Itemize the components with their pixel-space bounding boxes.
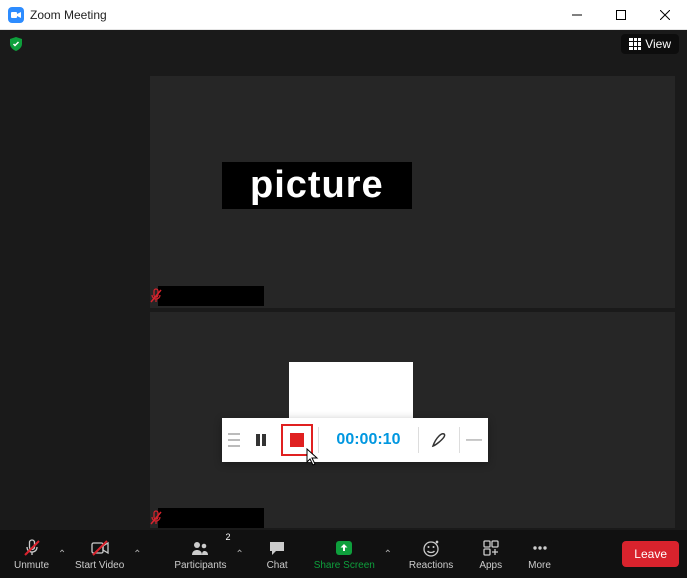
grid-icon (629, 38, 641, 50)
meeting-toolbar: Unmute ⌃ Start Video ⌃ Participants 2 ⌃ … (0, 530, 687, 578)
self-name-overlay (158, 508, 264, 528)
window-title: Zoom Meeting (30, 8, 555, 22)
video-options-caret[interactable]: ⌃ (130, 530, 144, 578)
minimize-toolbar-button[interactable]: — (460, 418, 488, 462)
unmute-button[interactable]: Unmute (8, 530, 55, 578)
recording-toolbar: 00:00:10 — (222, 418, 488, 462)
window-maximize-button[interactable] (599, 0, 643, 30)
start-video-label: Start Video (75, 560, 124, 571)
apps-label: Apps (479, 560, 502, 571)
participants-count-badge: 2 (226, 532, 231, 542)
apps-button[interactable]: Apps (473, 530, 508, 578)
share-screen-label: Share Screen (314, 560, 375, 571)
drag-handle-icon[interactable] (222, 418, 246, 462)
leave-button[interactable]: Leave (622, 541, 679, 567)
unmute-label: Unmute (14, 560, 49, 571)
more-label: More (528, 560, 551, 571)
start-video-button[interactable]: Start Video (69, 530, 130, 578)
chat-label: Chat (267, 560, 288, 571)
share-options-caret[interactable]: ⌃ (381, 530, 395, 578)
muted-mic-icon (150, 288, 162, 304)
participant-name-overlay (158, 286, 264, 306)
participants-options-caret[interactable]: ⌃ (233, 530, 247, 578)
window-minimize-button[interactable] (555, 0, 599, 30)
view-label: View (645, 37, 671, 51)
encryption-shield-icon[interactable] (8, 36, 24, 52)
recording-time: 00:00:10 (319, 418, 419, 462)
mouse-cursor-icon (306, 448, 322, 468)
reactions-label: Reactions (409, 560, 453, 571)
audio-options-caret[interactable]: ⌃ (55, 530, 69, 578)
participants-button[interactable]: Participants 2 (168, 530, 232, 578)
chat-button[interactable]: Chat (261, 530, 294, 578)
participant-label: picture (222, 162, 412, 209)
view-button[interactable]: View (621, 34, 679, 54)
muted-mic-icon (150, 510, 162, 526)
reactions-button[interactable]: Reactions (403, 530, 459, 578)
zoom-icon (8, 7, 24, 23)
meeting-topbar: View (0, 30, 687, 58)
share-screen-button[interactable]: Share Screen (308, 530, 381, 578)
meeting-area: View picture pic 00:00:10 — (0, 30, 687, 530)
pause-recording-button[interactable] (246, 418, 276, 462)
window-titlebar: Zoom Meeting (0, 0, 687, 30)
participants-label: Participants (174, 560, 226, 571)
annotate-button[interactable] (419, 418, 459, 462)
window-close-button[interactable] (643, 0, 687, 30)
more-button[interactable]: More (522, 530, 557, 578)
